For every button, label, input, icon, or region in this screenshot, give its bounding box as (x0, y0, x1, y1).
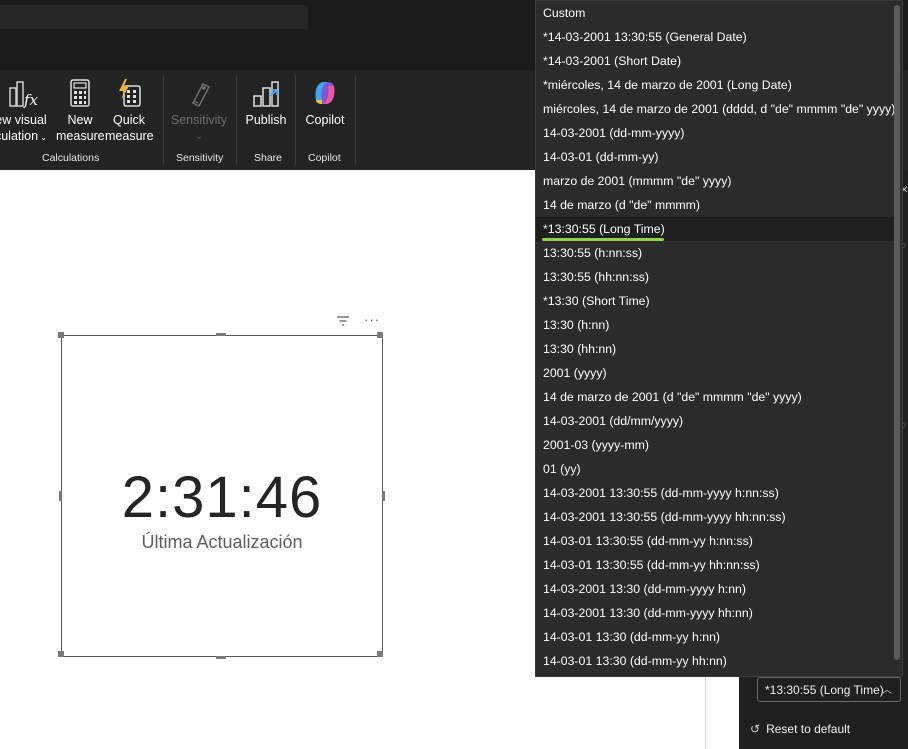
search-box[interactable] (0, 5, 308, 29)
format-option[interactable]: marzo de 2001 (mmmm "de" yyyy) (536, 169, 894, 193)
format-option[interactable]: *13:30 (Short Time) (536, 289, 894, 313)
resize-handle[interactable] (216, 656, 226, 659)
format-option[interactable]: *miércoles, 14 de marzo de 2001 (Long Da… (536, 73, 894, 97)
reset-to-default-button[interactable]: ↺ Reset to default (750, 722, 850, 736)
calculator-icon (70, 79, 90, 107)
publish-icon (253, 81, 279, 107)
format-option[interactable]: 14-03-01 13:30:55 (dd-mm-yy h:nn:ss) (536, 529, 894, 553)
sensitivity-label-icon (191, 83, 211, 107)
format-option[interactable]: 14-03-2001 13:30:55 (dd-mm-yyyy hh:nn:ss… (536, 505, 894, 529)
svg-text:fx: fx (23, 91, 39, 108)
group-share-label: Share (254, 152, 283, 164)
visual-calc-label-2: culation (0, 129, 39, 143)
format-option[interactable]: Custom (536, 1, 894, 25)
quick-measure-label-1: Quick (113, 113, 145, 127)
copilot-icon (315, 82, 335, 104)
highlight-underline (542, 238, 664, 241)
format-option[interactable]: 14-03-2001 (dd/mm/yyyy) (536, 409, 894, 433)
quick-measure-label-2: measure (105, 129, 154, 143)
more-options-icon[interactable]: ··· (364, 312, 380, 327)
card-label: Última Actualización (141, 532, 303, 552)
ribbon-divider (355, 75, 356, 165)
format-option[interactable]: 13:30:55 (hh:nn:ss) (536, 265, 894, 289)
ribbon-divider (236, 75, 237, 165)
format-option[interactable]: *14-03-2001 13:30:55 (General Date) (536, 25, 894, 49)
fx-calculator-icon: fx (9, 81, 39, 108)
group-copilot-label: Copilot (308, 152, 341, 164)
quick-measure-button[interactable]: Quick measure (105, 78, 154, 144)
new-measure-label-1: New (67, 113, 93, 127)
format-option[interactable]: 13:30 (hh:nn) (536, 337, 894, 361)
ribbon-divider (163, 75, 164, 165)
format-option[interactable]: 14 de marzo (d "de" mmmm) (536, 193, 894, 217)
publish-button[interactable]: Publish (242, 78, 290, 128)
chevron-down-icon: ⌄ (38, 133, 48, 142)
resize-handle[interactable] (382, 491, 385, 501)
resize-handle[interactable] (59, 491, 62, 501)
format-option[interactable]: 14-03-01 13:30 (dd-mm-yy hh:nn) (536, 649, 894, 673)
format-option[interactable]: 14-03-2001 13:30 (dd-mm-yyyy h:nn) (536, 577, 894, 601)
chevron-down-icon: ⌄ (195, 131, 203, 141)
format-option[interactable]: 01 (yy) (536, 457, 894, 481)
new-visual-calculation-button[interactable]: fx ew visual culation ⌄ (0, 78, 48, 146)
resize-handle[interactable] (216, 333, 226, 336)
format-option[interactable]: 2001-03 (yyyy-mm) (536, 433, 894, 457)
format-option[interactable]: 14-03-2001 (dd-mm-yyyy) (536, 121, 894, 145)
reset-label: Reset to default (766, 722, 851, 736)
ribbon-divider (295, 75, 296, 165)
format-option[interactable]: 13:30 (h:nn) (536, 313, 894, 337)
format-option[interactable]: miércoles, 14 de marzo de 2001 (dddd, d … (536, 97, 895, 121)
format-option[interactable]: 13:30:55 (h:nn:ss) (536, 241, 894, 265)
card-value: 2:31:46 (121, 465, 323, 530)
chevron-up-icon: ︿ (882, 685, 892, 696)
copilot-label: Copilot (305, 113, 345, 127)
format-option[interactable]: 14-03-01 13:30:55 (dd-mm-yy hh:nn:ss) (536, 553, 894, 577)
format-option[interactable]: 14-03-2001 13:30 (dd-mm-yyyy hh:nn) (536, 601, 894, 625)
format-option[interactable]: 14 de marzo de 2001 (d "de" mmmm "de" yy… (536, 385, 894, 409)
new-measure-label-2: measure (56, 129, 105, 143)
reset-icon: ↺ (750, 722, 761, 736)
format-option[interactable]: *14-03-2001 (Short Date) (536, 49, 894, 73)
group-calculations-label: Calculations (42, 152, 100, 164)
copilot-button[interactable]: Copilot (301, 78, 349, 128)
card-visual[interactable]: 2:31:46 Última Actualización (61, 335, 383, 657)
group-sensitivity-label: Sensitivity (176, 152, 224, 164)
format-dropdown[interactable]: *13:30:55 (Long Time) ︿ (757, 677, 901, 702)
format-option[interactable]: 2001 (yyyy) (536, 361, 894, 385)
lightning-calculator-icon (119, 79, 141, 107)
format-options-list: Custom *14-03-2001 13:30:55 (General Dat… (535, 0, 903, 677)
new-measure-button[interactable]: New measure (56, 78, 105, 144)
resize-handle[interactable] (58, 651, 64, 657)
dropdown-scrollbar[interactable] (894, 5, 900, 660)
resize-handle[interactable] (58, 332, 64, 338)
publish-label: Publish (245, 113, 287, 127)
format-option[interactable]: 14-03-2001 13:30:55 (dd-mm-yyyy h:nn:ss) (536, 481, 894, 505)
visual-calc-label-1: ew visual (0, 113, 47, 127)
format-option[interactable]: 14-03-01 13:30 (dd-mm-yy h:nn) (536, 625, 894, 649)
sensitivity-button[interactable]: Sensitivity ⌄ (168, 78, 230, 144)
resize-handle[interactable] (377, 332, 383, 338)
sensitivity-label: Sensitivity (170, 113, 228, 127)
format-dropdown-value: *13:30:55 (Long Time) (765, 683, 884, 697)
format-option[interactable]: 14-03-01 (dd-mm-yy) (536, 145, 894, 169)
resize-handle[interactable] (377, 651, 383, 657)
filter-icon[interactable] (336, 315, 350, 330)
